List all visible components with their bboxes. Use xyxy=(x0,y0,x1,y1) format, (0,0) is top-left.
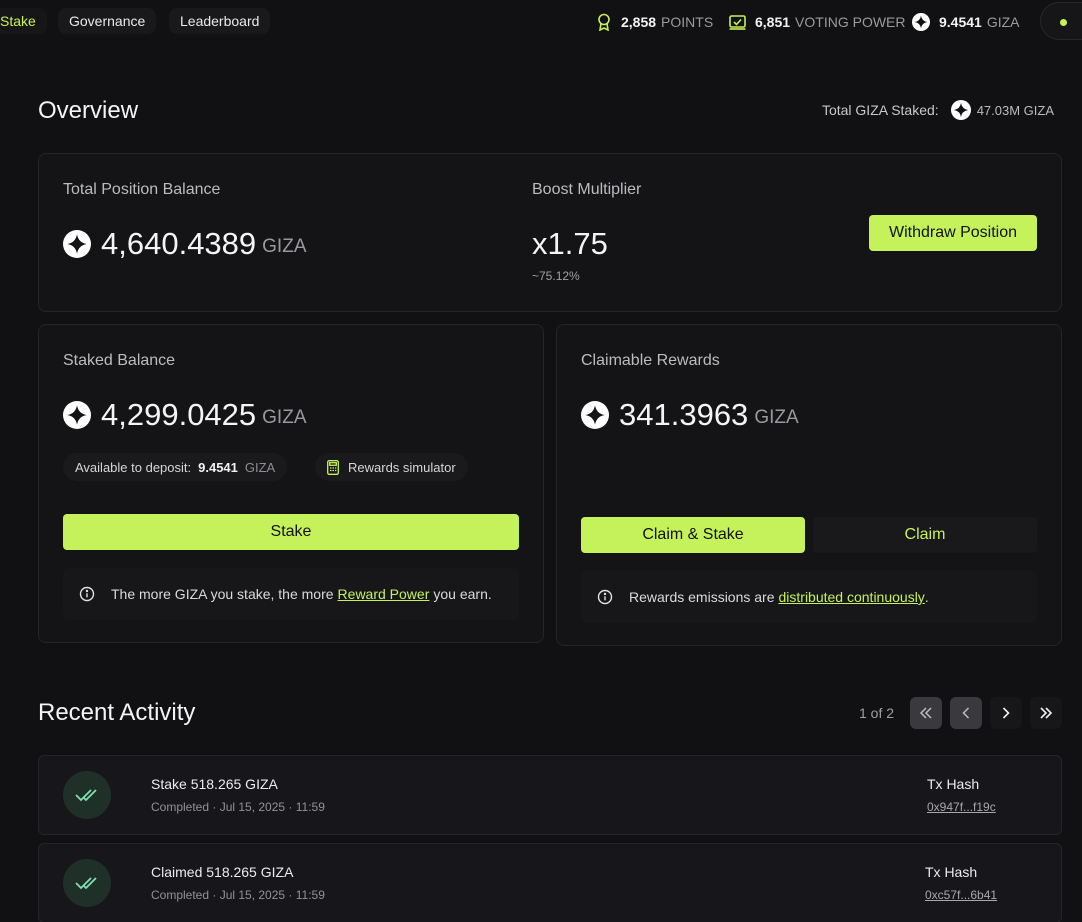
distributed-continuously-link[interactable]: distributed continuously xyxy=(779,589,925,605)
rewards-simulator-label: Rewards simulator xyxy=(348,459,456,475)
giza-token-icon xyxy=(912,13,930,31)
claimable-rewards: 341.3963 GIZA xyxy=(581,397,799,433)
boost-multiplier-value: x1.75 xyxy=(532,226,608,261)
info-icon xyxy=(597,589,613,605)
position-balance: 4,640.4389 GIZA xyxy=(63,226,307,262)
overview-title: Overview xyxy=(38,97,139,124)
total-staked-label: Total GIZA Staked: xyxy=(821,102,939,118)
first-page-button[interactable] xyxy=(910,697,942,729)
activity-row[interactable]: Stake 518.265 GIZA Completed · Jul 15, 2… xyxy=(38,755,1062,835)
rewards-info-suffix: . xyxy=(924,589,929,605)
position-card: Total Position Balance 4,640.4389 GIZA B… xyxy=(38,153,1062,312)
stake-info-box: The more GIZA you stake, the more Reward… xyxy=(63,568,519,620)
points-value: 2,858 xyxy=(621,14,657,30)
rewards-simulator-button[interactable]: Rewards simulator xyxy=(315,453,468,481)
recent-activity-title: Recent Activity xyxy=(38,699,196,726)
activity-status-icon xyxy=(63,771,111,819)
total-staked-value: 47.03M GIZA xyxy=(976,102,1054,118)
wallet-status-button[interactable] xyxy=(1040,2,1082,40)
available-value: 9.4541 xyxy=(198,459,238,475)
tx-hash-label: Tx Hash xyxy=(925,864,978,880)
next-page-button[interactable] xyxy=(990,697,1022,729)
voting-power-stat: 6,851 VOTING POWER xyxy=(729,12,906,32)
available-label: Available to deposit: xyxy=(75,459,192,475)
status-dot xyxy=(1060,19,1067,26)
giza-balance-value: 9.4541 xyxy=(939,14,982,30)
last-page-button[interactable] xyxy=(1030,697,1062,729)
tx-hash-link[interactable]: 0x947f...f19c xyxy=(927,800,996,814)
position-balance-value: 4,640.4389 xyxy=(101,226,257,261)
giza-token-icon xyxy=(63,230,91,258)
staked-balance-unit: GIZA xyxy=(262,407,307,428)
activity-row[interactable]: Claimed 518.265 GIZA Completed · Jul 15,… xyxy=(38,843,1062,922)
available-unit: GIZA xyxy=(244,459,276,475)
total-staked: Total GIZA Staked: 47.03M GIZA xyxy=(822,100,1054,120)
staked-balance-label: Staked Balance xyxy=(63,352,176,369)
staked-balance-card: Staked Balance 4,299.0425 GIZA Available… xyxy=(38,324,544,643)
position-balance-unit: GIZA xyxy=(262,236,307,257)
reward-power-link[interactable]: Reward Power xyxy=(338,586,430,602)
tab-governance[interactable]: Governance xyxy=(58,8,157,34)
staked-balance-value: 4,299.0425 xyxy=(101,397,257,432)
page-indicator: 1 of 2 xyxy=(859,705,895,721)
giza-token-icon xyxy=(581,401,609,429)
activity-status: Completed · Jul 15, 2025 · 11:59 xyxy=(151,800,325,814)
points-stat: 2,858 POINTS xyxy=(596,12,713,32)
claimable-rewards-unit: GIZA xyxy=(754,407,799,428)
points-label: POINTS xyxy=(661,14,714,30)
claim-button[interactable]: Claim xyxy=(813,517,1037,553)
voting-power-label: VOTING POWER xyxy=(795,14,906,30)
stake-info-suffix: you earn. xyxy=(433,586,492,602)
boost-multiplier-label: Boost Multiplier xyxy=(532,181,642,198)
activity-status: Completed · Jul 15, 2025 · 11:59 xyxy=(151,888,325,902)
tab-leaderboard[interactable]: Leaderboard xyxy=(169,8,271,34)
tx-hash-label: Tx Hash xyxy=(927,776,980,792)
activity-status-icon xyxy=(63,859,111,907)
award-icon xyxy=(598,13,610,31)
rewards-info-box: Rewards emissions are distributed contin… xyxy=(581,571,1037,623)
top-nav: Stake Governance Leaderboard 2,858 POINT… xyxy=(0,0,1082,44)
withdraw-position-button[interactable]: Withdraw Position xyxy=(869,215,1037,251)
double-check-icon xyxy=(75,877,97,890)
position-balance-label: Total Position Balance xyxy=(63,181,221,198)
giza-token-icon xyxy=(63,401,91,429)
double-check-icon xyxy=(75,789,97,802)
voting-icon xyxy=(729,14,746,30)
boost-multiplier-percent: ~75.12% xyxy=(532,269,580,283)
prev-page-icon xyxy=(962,707,970,719)
rewards-info-prefix: Rewards emissions are xyxy=(629,589,775,605)
activity-title: Claimed 518.265 GIZA xyxy=(151,864,294,880)
prev-page-button[interactable] xyxy=(950,697,982,729)
staked-balance: 4,299.0425 GIZA xyxy=(63,397,307,433)
claimable-rewards-value: 341.3963 xyxy=(619,397,749,432)
activity-title: Stake 518.265 GIZA xyxy=(151,776,278,792)
available-to-deposit: Available to deposit: 9.4541 GIZA xyxy=(63,453,288,481)
stake-info-prefix: The more GIZA you stake, the more xyxy=(111,586,334,602)
claim-and-stake-button[interactable]: Claim & Stake xyxy=(581,517,805,553)
giza-token-icon xyxy=(950,100,971,120)
info-icon xyxy=(79,586,95,602)
claimable-rewards-card: Claimable Rewards 341.3963 GIZA Claim & … xyxy=(556,324,1062,646)
tab-stake[interactable]: Stake xyxy=(0,8,47,34)
calculator-icon xyxy=(327,459,339,475)
app-root: Stake Governance Leaderboard 2,858 POINT… xyxy=(0,0,1082,922)
voting-power-value: 6,851 xyxy=(755,14,791,30)
claimable-rewards-label: Claimable Rewards xyxy=(581,352,720,369)
last-page-icon xyxy=(1040,707,1053,719)
next-page-icon xyxy=(1002,707,1010,719)
first-page-icon xyxy=(919,707,932,719)
tx-hash-link[interactable]: 0xc57f...6b41 xyxy=(925,888,997,902)
giza-balance-label: GIZA xyxy=(986,14,1020,30)
giza-balance-stat: 9.4541 GIZA xyxy=(912,12,1020,32)
stake-button[interactable]: Stake xyxy=(63,514,519,550)
